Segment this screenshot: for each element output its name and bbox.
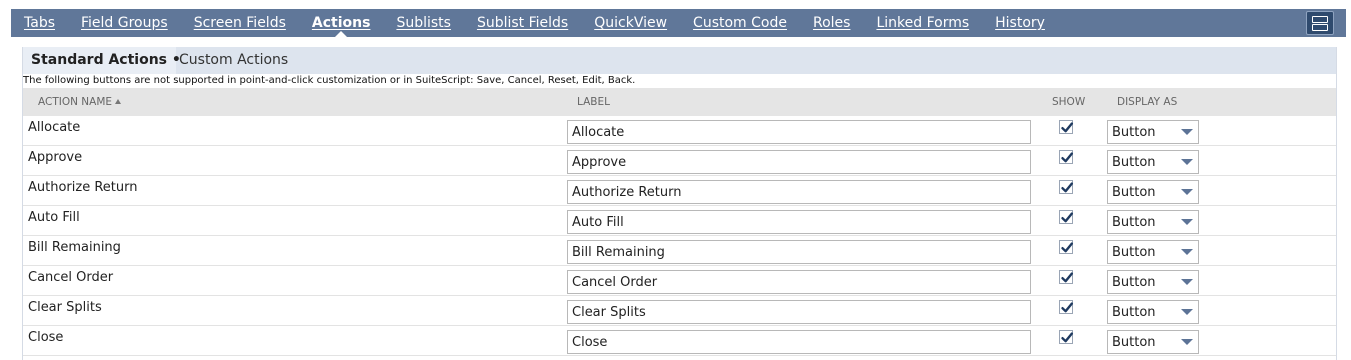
actions-panel: Standard Actions • Custom Actions The fo… [22, 47, 1337, 360]
action-name: Authorize Return [28, 180, 138, 195]
chevron-down-icon [1181, 159, 1193, 165]
table-row: Approve Approve Button [23, 146, 1336, 176]
checkmark-icon [1061, 152, 1073, 163]
label-input[interactable]: Allocate [567, 120, 1031, 144]
table-row: Authorize Return Authorize Return Button [23, 176, 1336, 206]
subtab-standard-label: Standard Actions [31, 52, 168, 68]
column-header-show: SHOW [1052, 96, 1086, 108]
checkmark-icon [1061, 182, 1073, 193]
table-header: ACTION NAME LABEL SHOW DISPLAY AS [23, 88, 1336, 116]
show-checkbox[interactable] [1059, 180, 1073, 194]
chevron-down-icon [1181, 219, 1193, 225]
display-as-select[interactable]: Button [1107, 180, 1199, 204]
table-row: Auto Fill Auto Fill Button [23, 206, 1336, 236]
chevron-down-icon [1181, 309, 1193, 315]
action-name: Approve [28, 150, 83, 165]
display-as-value: Button [1112, 125, 1156, 140]
chevron-down-icon [1181, 189, 1193, 195]
actions-table-body: Allocate Allocate Button Approve Approve Butt… [23, 116, 1336, 356]
display-as-select[interactable]: Button [1107, 330, 1199, 354]
label-input[interactable]: Authorize Return [567, 180, 1031, 204]
checkmark-icon [1061, 272, 1073, 283]
action-name: Clear Splits [28, 300, 102, 315]
display-as-value: Button [1112, 335, 1156, 350]
checkmark-icon [1061, 242, 1073, 253]
show-checkbox[interactable] [1059, 270, 1073, 284]
tab-sublists[interactable]: Sublists [396, 15, 451, 31]
chevron-down-icon [1181, 339, 1193, 345]
tab-actions[interactable]: Actions [312, 15, 371, 31]
action-name: Auto Fill [28, 210, 80, 225]
chevron-down-icon [1181, 249, 1193, 255]
subtab-bar: Standard Actions • Custom Actions [23, 47, 1336, 74]
tab-history[interactable]: History [995, 15, 1045, 31]
display-as-value: Button [1112, 245, 1156, 260]
label-input[interactable]: Clear Splits [567, 300, 1031, 324]
tab-custom-code[interactable]: Custom Code [693, 15, 787, 31]
active-tab-indicator [335, 31, 348, 37]
label-input[interactable]: Cancel Order [567, 270, 1031, 294]
subtab-standard-actions[interactable]: Standard Actions • [23, 47, 181, 74]
show-checkbox[interactable] [1059, 330, 1073, 344]
tab-field-groups[interactable]: Field Groups [81, 15, 168, 31]
subtab-custom-actions[interactable]: Custom Actions [169, 47, 298, 74]
display-as-value: Button [1112, 305, 1156, 320]
checkmark-icon [1061, 122, 1073, 133]
show-checkbox[interactable] [1059, 300, 1073, 314]
show-checkbox[interactable] [1059, 210, 1073, 224]
checkmark-icon [1061, 332, 1073, 343]
table-row: Close Close Button [23, 326, 1336, 356]
display-as-select[interactable]: Button [1107, 300, 1199, 324]
display-as-select[interactable]: Button [1107, 150, 1199, 174]
display-as-value: Button [1112, 215, 1156, 230]
display-as-select[interactable]: Button [1107, 270, 1199, 294]
show-checkbox[interactable] [1059, 240, 1073, 254]
layout-toggle-button[interactable] [1306, 11, 1334, 35]
column-header-label: LABEL [577, 96, 610, 108]
table-row: Cancel Order Cancel Order Button [23, 266, 1336, 296]
action-name: Close [28, 330, 64, 345]
label-input[interactable]: Close [567, 330, 1031, 354]
display-as-value: Button [1112, 185, 1156, 200]
tab-tabs[interactable]: Tabs [24, 15, 55, 31]
label-input[interactable]: Auto Fill [567, 210, 1031, 234]
chevron-down-icon [1181, 279, 1193, 285]
label-input[interactable]: Approve [567, 150, 1031, 174]
display-as-value: Button [1112, 275, 1156, 290]
show-checkbox[interactable] [1059, 150, 1073, 164]
checkmark-icon [1061, 302, 1073, 313]
tab-roles[interactable]: Roles [813, 15, 850, 31]
tab-sublist-fields[interactable]: Sublist Fields [477, 15, 568, 31]
action-name: Cancel Order [28, 270, 114, 285]
action-name: Bill Remaining [28, 240, 121, 255]
action-name: Allocate [28, 120, 81, 135]
table-row: Allocate Allocate Button [23, 116, 1336, 146]
subtab-custom-label: Custom Actions [179, 52, 289, 68]
tab-quickview[interactable]: QuickView [594, 15, 667, 31]
table-row: Clear Splits Clear Splits Button [23, 296, 1336, 326]
tab-linked-forms[interactable]: Linked Forms [876, 15, 969, 31]
column-header-action-name-label: ACTION NAME [38, 96, 113, 108]
column-header-display-as: DISPLAY AS [1117, 96, 1178, 108]
show-checkbox[interactable] [1059, 120, 1073, 134]
column-header-action-name[interactable]: ACTION NAME [38, 88, 122, 116]
table-row: Bill Remaining Bill Remaining Button [23, 236, 1336, 266]
display-as-select[interactable]: Button [1107, 240, 1199, 264]
sort-ascending-icon [115, 99, 122, 104]
display-as-select[interactable]: Button [1107, 210, 1199, 234]
tab-screen-fields[interactable]: Screen Fields [194, 15, 286, 31]
label-input[interactable]: Bill Remaining [567, 240, 1031, 264]
checkmark-icon [1061, 212, 1073, 223]
unsupported-buttons-notice: The following buttons are not supported … [23, 75, 636, 86]
top-tab-bar: Tabs Field Groups Screen Fields Actions … [11, 9, 1346, 37]
display-as-value: Button [1112, 155, 1156, 170]
display-as-select[interactable]: Button [1107, 120, 1199, 144]
chevron-down-icon [1181, 129, 1193, 135]
top-tabs: Tabs Field Groups Screen Fields Actions … [11, 9, 1045, 37]
